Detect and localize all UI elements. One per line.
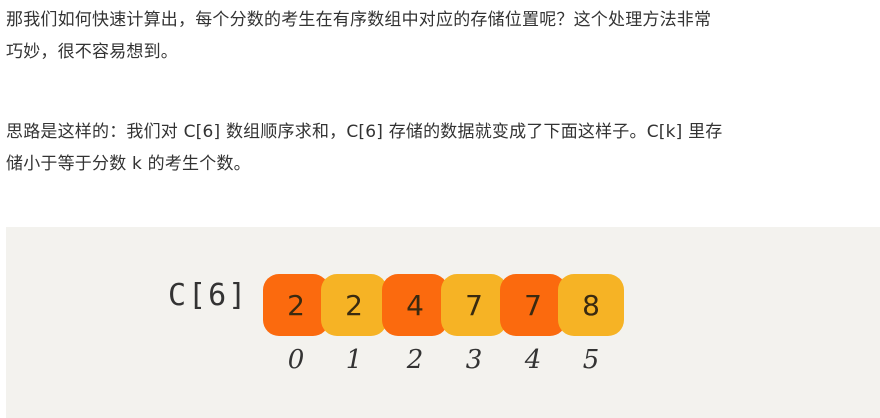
array-cell: 2 — [263, 274, 329, 336]
array-label: C[6] — [168, 278, 249, 313]
array-cell: 2 — [321, 274, 387, 336]
paragraph-line: 思路是这样的：我们对 C[6] 数组顺序求和，C[6] 存储的数据就变成了下面这… — [6, 122, 723, 142]
array-index: 3 — [465, 345, 483, 375]
array-index: 1 — [345, 345, 363, 375]
array-illustration: C[6] 2 2 4 7 7 8 0 1 2 3 4 5 — [6, 227, 880, 418]
paragraph-line: 储小于等于分数 k 的考生个数。 — [6, 154, 251, 174]
array-index: 2 — [406, 345, 424, 375]
array-cell: 8 — [558, 274, 624, 336]
array-cell: 7 — [500, 274, 566, 336]
paragraph-line: 那我们如何快速计算出，每个分数的考生在有序数组中对应的存储位置呢？这个处理方法非… — [6, 10, 712, 30]
array-cell: 4 — [382, 274, 448, 336]
array-index: 0 — [287, 345, 305, 375]
paragraph-1: 那我们如何快速计算出，每个分数的考生在有序数组中对应的存储位置呢？这个处理方法非… — [6, 4, 876, 68]
array-index: 5 — [582, 345, 600, 375]
array-index: 4 — [524, 345, 542, 375]
array-cell: 7 — [441, 274, 507, 336]
paragraph-line: 巧妙，很不容易想到。 — [6, 42, 178, 62]
paragraph-2: 思路是这样的：我们对 C[6] 数组顺序求和，C[6] 存储的数据就变成了下面这… — [6, 116, 876, 180]
